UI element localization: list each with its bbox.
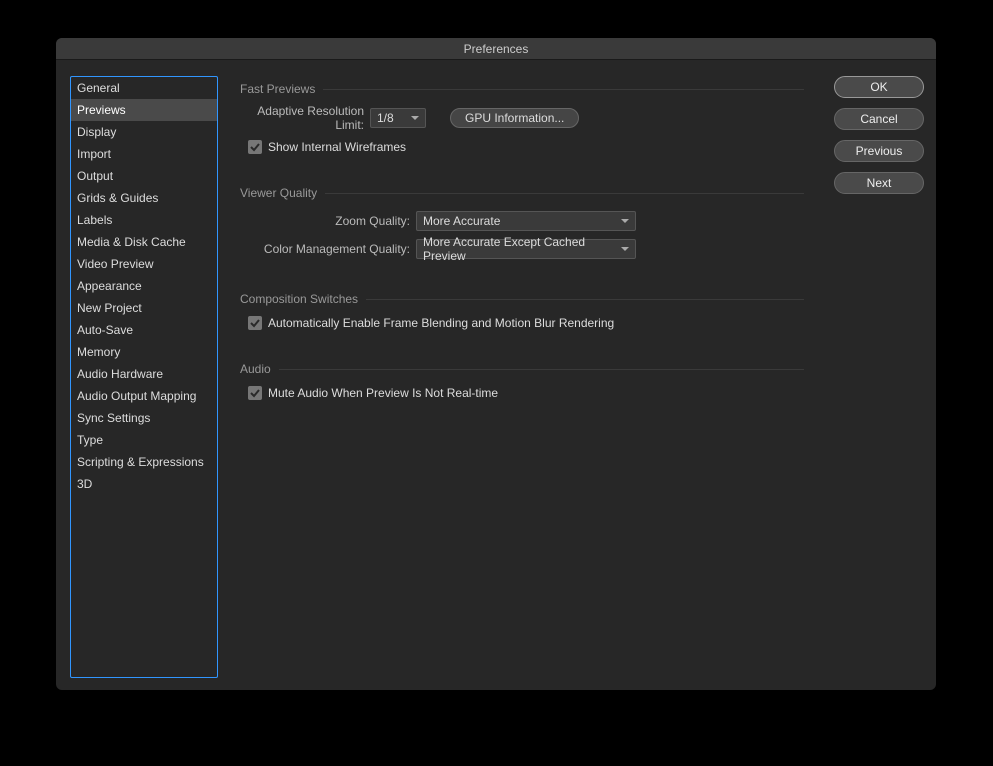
- checkmark-icon: [250, 142, 260, 152]
- next-button[interactable]: Next: [834, 172, 924, 194]
- sidebar-item-labels[interactable]: Labels: [71, 209, 217, 231]
- checkmark-icon: [250, 318, 260, 328]
- audio-title: Audio: [240, 362, 804, 376]
- sidebar-item-auto-save[interactable]: Auto-Save: [71, 319, 217, 341]
- sidebar-item-memory[interactable]: Memory: [71, 341, 217, 363]
- dialog-content: General Previews Display Import Output G…: [56, 60, 936, 690]
- sidebar-item-new-project[interactable]: New Project: [71, 297, 217, 319]
- audio-group: Audio Mute Audio When Preview Is Not Rea…: [230, 356, 816, 414]
- sidebar-item-general[interactable]: General: [71, 77, 217, 99]
- sidebar-item-display[interactable]: Display: [71, 121, 217, 143]
- zoom-quality-value: More Accurate: [423, 214, 500, 228]
- sidebar-item-output[interactable]: Output: [71, 165, 217, 187]
- ok-button[interactable]: OK: [834, 76, 924, 98]
- previous-button[interactable]: Previous: [834, 140, 924, 162]
- sidebar-item-audio-output-mapping[interactable]: Audio Output Mapping: [71, 385, 217, 407]
- auto-frame-blending-checkbox[interactable]: [248, 316, 262, 330]
- sidebar-item-audio-hardware[interactable]: Audio Hardware: [71, 363, 217, 385]
- fast-previews-title: Fast Previews: [240, 82, 804, 96]
- category-sidebar: General Previews Display Import Output G…: [70, 76, 218, 678]
- sidebar-item-previews[interactable]: Previews: [71, 99, 217, 121]
- auto-frame-blending-label: Automatically Enable Frame Blending and …: [268, 316, 614, 330]
- fast-previews-group: Fast Previews Adaptive Resolution Limit:…: [230, 76, 816, 168]
- gpu-information-button[interactable]: GPU Information...: [450, 108, 579, 128]
- main-panel: Fast Previews Adaptive Resolution Limit:…: [230, 76, 822, 678]
- zoom-quality-label: Zoom Quality:: [242, 214, 416, 228]
- sidebar-item-grids-guides[interactable]: Grids & Guides: [71, 187, 217, 209]
- sidebar-item-scripting-expressions[interactable]: Scripting & Expressions: [71, 451, 217, 473]
- cancel-button[interactable]: Cancel: [834, 108, 924, 130]
- sidebar-item-media-disk-cache[interactable]: Media & Disk Cache: [71, 231, 217, 253]
- preferences-dialog: Preferences General Previews Display Imp…: [56, 38, 936, 690]
- sidebar-item-import[interactable]: Import: [71, 143, 217, 165]
- zoom-quality-dropdown[interactable]: More Accurate: [416, 211, 636, 231]
- composition-switches-group: Composition Switches Automatically Enabl…: [230, 286, 816, 344]
- dialog-buttons: OK Cancel Previous Next: [834, 76, 924, 678]
- composition-switches-title: Composition Switches: [240, 292, 804, 306]
- mute-audio-checkbox[interactable]: [248, 386, 262, 400]
- mute-audio-label: Mute Audio When Preview Is Not Real-time: [268, 386, 498, 400]
- show-wireframes-checkbox[interactable]: [248, 140, 262, 154]
- adaptive-resolution-dropdown[interactable]: 1/8: [370, 108, 426, 128]
- sidebar-item-video-preview[interactable]: Video Preview: [71, 253, 217, 275]
- sidebar-item-sync-settings[interactable]: Sync Settings: [71, 407, 217, 429]
- checkmark-icon: [250, 388, 260, 398]
- adaptive-resolution-label: Adaptive Resolution Limit:: [242, 104, 370, 132]
- viewer-quality-group: Viewer Quality Zoom Quality: More Accura…: [230, 180, 816, 274]
- show-wireframes-label: Show Internal Wireframes: [268, 140, 406, 154]
- dialog-title: Preferences: [56, 38, 936, 60]
- color-management-quality-value: More Accurate Except Cached Preview: [423, 235, 615, 263]
- sidebar-item-type[interactable]: Type: [71, 429, 217, 451]
- color-management-quality-dropdown[interactable]: More Accurate Except Cached Preview: [416, 239, 636, 259]
- color-management-quality-label: Color Management Quality:: [242, 242, 416, 256]
- sidebar-item-appearance[interactable]: Appearance: [71, 275, 217, 297]
- sidebar-item-3d[interactable]: 3D: [71, 473, 217, 495]
- adaptive-resolution-value: 1/8: [377, 111, 394, 125]
- viewer-quality-title: Viewer Quality: [240, 186, 804, 200]
